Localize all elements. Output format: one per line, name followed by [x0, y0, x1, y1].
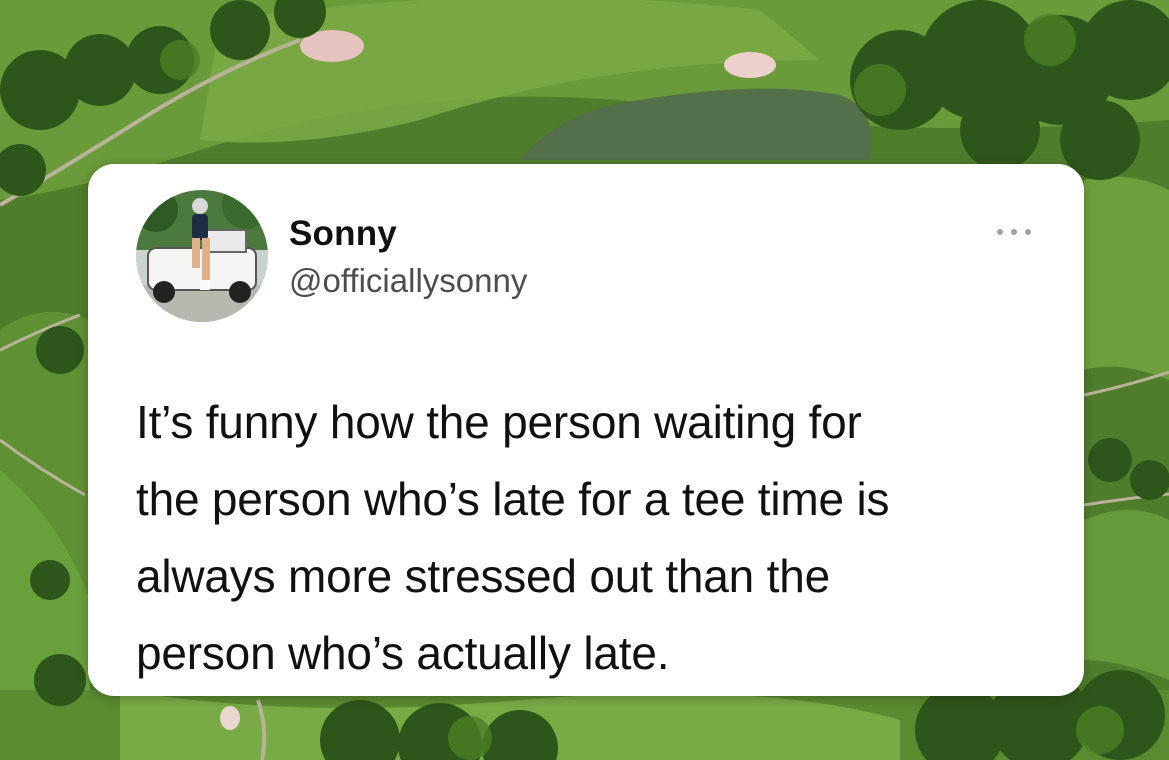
tweet-text-line: It’s funny how the person waiting for	[136, 396, 862, 448]
ellipsis-dot	[997, 229, 1003, 235]
ellipsis-dot	[1025, 229, 1031, 235]
tweet-card: Sonny @officiallysonny It’s funny how th…	[88, 164, 1084, 696]
avatar[interactable]	[136, 190, 268, 322]
ellipsis-icon[interactable]	[994, 222, 1034, 242]
user-handle[interactable]: @officiallysonny	[289, 262, 527, 300]
display-name[interactable]: Sonny	[289, 214, 397, 254]
tweet-text-line: always more stressed out than the	[136, 550, 830, 602]
tweet-text-line: the person who’s late for a tee time is	[136, 473, 890, 525]
tweet-text-line: person who’s actually late.	[136, 627, 670, 679]
tweet-text: It’s funny how the person waiting for th…	[136, 384, 1036, 692]
ellipsis-dot	[1011, 229, 1017, 235]
profile-photo-icon	[136, 190, 268, 322]
